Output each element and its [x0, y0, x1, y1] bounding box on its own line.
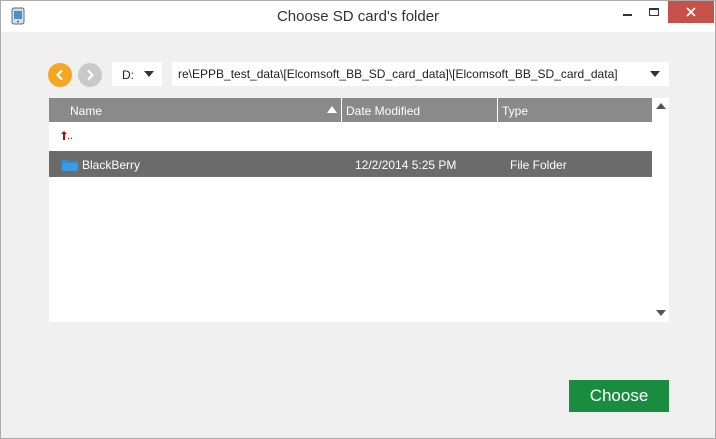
parent-folder-row[interactable]: ..	[49, 126, 652, 148]
column-date-label: Date Modified	[346, 104, 421, 118]
scroll-up-icon[interactable]	[656, 103, 666, 109]
close-icon	[686, 7, 696, 17]
list-header: Name Date Modified Type	[49, 98, 652, 122]
column-header-type[interactable]: Type	[499, 98, 652, 122]
sort-ascending-icon	[327, 106, 337, 113]
path-combobox[interactable]: re\EPPB_test_data\[Elcomsoft_BB_SD_card_…	[172, 62, 669, 86]
folder-icon	[62, 160, 78, 171]
minimize-button[interactable]	[613, 1, 641, 23]
drive-value: D:	[122, 68, 134, 82]
chevron-left-icon	[56, 69, 63, 81]
window-title: Choose SD card's folder	[276, 8, 440, 25]
folder-name: BlackBerry	[82, 158, 141, 172]
minimize-icon	[622, 13, 632, 16]
chevron-down-icon	[144, 71, 154, 77]
column-header-name[interactable]: Name	[49, 98, 342, 122]
maximize-button[interactable]	[641, 1, 667, 23]
column-type-label: Type	[502, 104, 529, 118]
scroll-down-icon[interactable]	[656, 310, 666, 316]
folder-type: File Folder	[510, 158, 567, 172]
back-button[interactable]	[48, 63, 72, 87]
choose-button[interactable]: Choose	[569, 380, 669, 412]
close-button[interactable]	[668, 1, 714, 23]
parent-folder-text: ..	[67, 130, 74, 142]
column-name-label: Name	[70, 104, 103, 118]
chevron-right-icon	[87, 69, 94, 81]
column-header-date[interactable]: Date Modified	[343, 98, 498, 122]
choose-folder-dialog: Choose SD card's folder D: re\EPPB_test_…	[0, 0, 716, 439]
parent-folder-label: ..	[61, 130, 73, 142]
chevron-down-icon[interactable]	[650, 71, 660, 77]
forward-button[interactable]	[78, 63, 102, 87]
path-value: re\EPPB_test_data\[Elcomsoft_BB_SD_card_…	[178, 67, 618, 81]
folder-date: 12/2/2014 5:25 PM	[355, 158, 457, 172]
drive-select[interactable]: D:	[112, 62, 162, 86]
title-bar: Choose SD card's folder	[1, 1, 715, 32]
vertical-scrollbar[interactable]	[653, 98, 669, 322]
folder-list[interactable]: Name Date Modified Type .. BlackBerry 12…	[49, 98, 669, 322]
maximize-icon	[649, 8, 659, 16]
list-item[interactable]: BlackBerry 12/2/2014 5:25 PM File Folder	[49, 151, 652, 177]
